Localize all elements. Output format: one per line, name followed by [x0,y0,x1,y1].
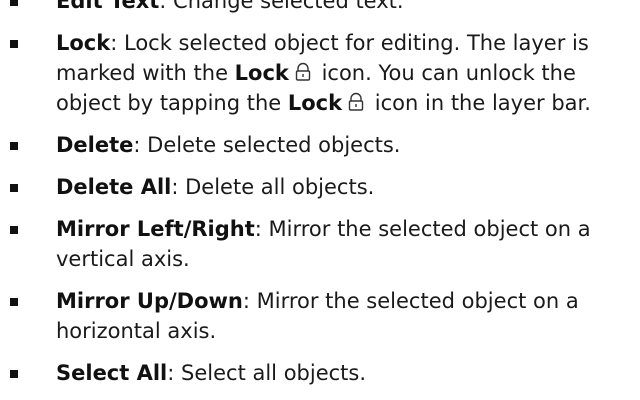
desc-lock-part3: icon in the layer bar. [368,91,591,115]
term-delete-all: Delete All [56,175,172,199]
inline-lock-label-2: Lock [287,91,343,115]
desc-delete: : Delete selected objects. [133,133,401,157]
bullet-icon [10,142,18,150]
lock-icon [293,62,313,82]
bullet-icon [10,226,18,234]
list-item-mirror-left-right: Mirror Left/Right: Mirror the selected o… [0,214,640,274]
bullet-icon [10,184,18,192]
lock-icon [346,92,366,112]
list-item-lock: Lock: Lock selected object for editing. … [0,28,640,118]
list-item-delete-all: Delete All: Delete all objects. [0,172,640,202]
list-item-select-all: Select All: Select all objects. [0,358,640,388]
option-list: Edit Text: Change selected text. Lock: L… [0,0,640,400]
term-edit-text: Edit Text [56,0,160,13]
list-item-mirror-up-down: Mirror Up/Down: Mirror the selected obje… [0,286,640,346]
term-mirror-up-down: Mirror Up/Down [56,289,243,313]
inline-lock-label-1: Lock [234,61,289,85]
desc-select-all: : Select all objects. [167,361,367,385]
list-item-delete: Delete: Delete selected objects. [0,130,640,160]
bullet-icon [10,370,18,378]
desc-delete-all: : Delete all objects. [171,175,375,199]
term-mirror-left-right: Mirror Left/Right [56,217,255,241]
bullet-icon [10,298,18,306]
desc-edit-text: : Change selected text. [159,0,404,13]
list-item-edit-text: Edit Text: Change selected text. [0,0,640,16]
term-delete: Delete [56,133,134,157]
bullet-icon [10,0,18,6]
bullet-icon [10,40,18,48]
term-select-all: Select All [56,361,168,385]
term-lock: Lock [56,31,111,55]
